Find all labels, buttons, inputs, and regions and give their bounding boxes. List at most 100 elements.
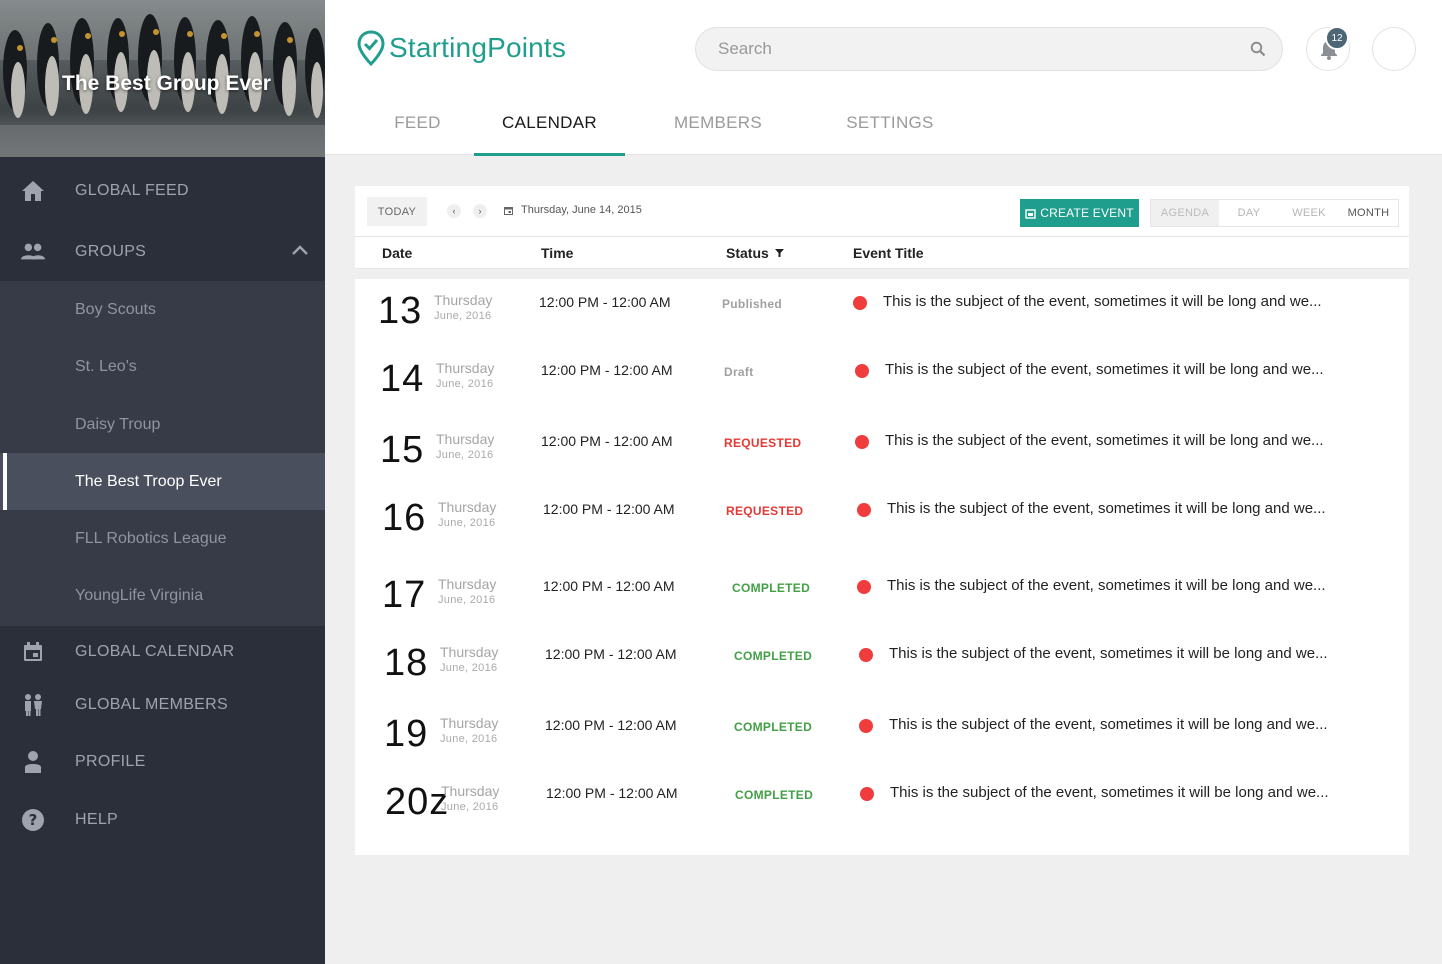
event-title[interactable]: This is the subject of the event, someti…: [887, 577, 1326, 594]
view-week-button[interactable]: WEEK: [1279, 200, 1339, 226]
event-month: June, 2016: [436, 449, 494, 461]
table-row[interactable]: 16 Thursday June, 2016 12:00 PM - 12:00 AM R…: [355, 497, 1409, 565]
create-event-button[interactable]: CREATE EVENT: [1020, 199, 1139, 227]
col-status[interactable]: Status: [726, 245, 784, 261]
view-switcher: AGENDA DAY WEEK MONTH: [1150, 199, 1399, 227]
event-color-dot: [857, 580, 871, 594]
nav-groups[interactable]: GROUPS: [0, 224, 325, 280]
group-item-boy-scouts[interactable]: Boy Scouts: [0, 281, 325, 338]
event-month: June, 2016: [436, 378, 494, 390]
svg-text:?: ?: [29, 811, 38, 829]
status-badge: COMPLETED: [732, 581, 811, 595]
event-time: 12:00 PM - 12:00 AM: [543, 578, 675, 594]
table-row[interactable]: 15 Thursday June, 2016 12:00 PM - 12:00 AM R…: [355, 429, 1409, 497]
event-month: June, 2016: [441, 801, 499, 813]
chevron-up-icon[interactable]: [291, 243, 309, 261]
event-day-number: 20z: [385, 781, 450, 823]
table-row[interactable]: 17 Thursday June, 2016 12:00 PM - 12:00 AM C…: [355, 574, 1409, 642]
event-list: 13 Thursday June, 2016 12:00 PM - 12:00 AM P…: [355, 279, 1409, 855]
person-icon: [20, 749, 46, 775]
event-day-number: 13: [378, 290, 423, 332]
table-header: Date Time Status Event Title: [355, 237, 1409, 269]
group-hero-banner: The Best Group Ever: [0, 0, 325, 157]
prev-arrow-icon[interactable]: ‹: [447, 204, 461, 218]
table-row[interactable]: 13 Thursday June, 2016 12:00 PM - 12:00 AM P…: [355, 290, 1409, 358]
help-icon: ?: [20, 807, 46, 833]
notifications-button[interactable]: 12: [1306, 26, 1350, 71]
event-month: June, 2016: [440, 662, 498, 674]
event-time: 12:00 PM - 12:00 AM: [545, 717, 677, 733]
logo[interactable]: StartingPoints: [357, 30, 566, 66]
group-item-younglife-virginia[interactable]: YoungLife Virginia: [0, 567, 325, 624]
status-badge: Draft: [724, 365, 754, 379]
event-month: June, 2016: [434, 310, 492, 322]
event-color-dot: [860, 787, 874, 801]
nav-global-feed[interactable]: GLOBAL FEED: [0, 163, 325, 219]
tab-settings[interactable]: SETTINGS: [840, 100, 940, 156]
col-event-title[interactable]: Event Title: [853, 245, 924, 261]
event-color-dot: [859, 719, 873, 733]
event-month: June, 2016: [438, 594, 496, 606]
avatar[interactable]: [1372, 27, 1416, 71]
nav-global-calendar[interactable]: GLOBAL CALENDAR: [0, 624, 325, 680]
group-item-daisy-troup[interactable]: Daisy Troup: [0, 396, 325, 453]
event-day-number: 16: [382, 497, 427, 539]
group-item-the-best-troop-ever[interactable]: The Best Troop Ever: [0, 453, 325, 510]
event-title[interactable]: This is the subject of the event, someti…: [885, 432, 1324, 449]
nav-help[interactable]: ? HELP: [0, 792, 325, 848]
tab-members[interactable]: MEMBERS: [668, 100, 768, 156]
group-label: Boy Scouts: [75, 300, 156, 318]
home-icon: [20, 178, 46, 204]
event-weekday: Thursday: [434, 292, 493, 308]
current-date-text: Thursday, June 14, 2015: [521, 204, 642, 216]
tab-feed[interactable]: FEED: [385, 100, 450, 156]
event-title[interactable]: This is the subject of the event, someti…: [883, 293, 1322, 310]
table-row[interactable]: 19 Thursday June, 2016 12:00 PM - 12:00 AM C…: [355, 713, 1409, 781]
search-input[interactable]: [718, 28, 1238, 70]
event-title[interactable]: This is the subject of the event, someti…: [889, 645, 1328, 662]
event-title[interactable]: This is the subject of the event, someti…: [889, 716, 1328, 733]
family-icon: [20, 692, 46, 718]
search-icon[interactable]: [1250, 41, 1266, 62]
view-day-button[interactable]: DAY: [1219, 200, 1279, 226]
view-month-button[interactable]: MONTH: [1339, 200, 1398, 226]
view-agenda-button[interactable]: AGENDA: [1151, 200, 1219, 226]
tab-calendar[interactable]: CALENDAR: [474, 100, 625, 156]
group-label: St. Leo's: [75, 357, 137, 375]
event-color-dot: [857, 503, 871, 517]
event-time: 12:00 PM - 12:00 AM: [545, 646, 677, 662]
calendar-icon: [20, 639, 46, 665]
event-title[interactable]: This is the subject of the event, someti…: [885, 361, 1324, 378]
nav-profile[interactable]: PROFILE: [0, 734, 325, 790]
event-weekday: Thursday: [441, 783, 500, 799]
today-button[interactable]: TODAY: [367, 197, 427, 226]
nav-label: GLOBAL FEED: [75, 182, 189, 199]
filter-icon: [774, 249, 784, 257]
event-title[interactable]: This is the subject of the event, someti…: [890, 784, 1329, 801]
group-item-st-leos[interactable]: St. Leo's: [0, 338, 325, 395]
event-day-number: 15: [380, 429, 425, 471]
nav-label: GLOBAL CALENDAR: [75, 643, 235, 660]
nav-label: PROFILE: [75, 753, 146, 770]
event-weekday: Thursday: [440, 715, 499, 731]
current-date[interactable]: Thursday, June 14, 2015: [503, 204, 642, 216]
top-header: StartingPoints 12 FEED CALENDAR MEMBERS …: [325, 0, 1442, 156]
event-color-dot: [855, 364, 869, 378]
group-item-fll-robotics-league[interactable]: FLL Robotics League: [0, 510, 325, 567]
event-month: June, 2016: [440, 733, 498, 745]
table-row[interactable]: 20z Thursday June, 2016 12:00 PM - 12:00 AM…: [355, 781, 1409, 849]
event-color-dot: [855, 435, 869, 449]
table-row[interactable]: 14 Thursday June, 2016 12:00 PM - 12:00 AM D…: [355, 358, 1409, 426]
nav-global-members[interactable]: GLOBAL MEMBERS: [0, 677, 325, 733]
people-icon: [20, 239, 46, 265]
next-arrow-icon[interactable]: ›: [473, 204, 487, 218]
col-time[interactable]: Time: [541, 245, 573, 261]
nav-label: GROUPS: [75, 243, 147, 260]
table-row[interactable]: 18 Thursday June, 2016 12:00 PM - 12:00 AM C…: [355, 642, 1409, 710]
sidebar: The Best Group Ever GLOBAL FEED GROUPS B…: [0, 0, 325, 964]
event-title[interactable]: This is the subject of the event, someti…: [887, 500, 1326, 517]
col-date[interactable]: Date: [382, 245, 412, 261]
status-badge: COMPLETED: [734, 720, 813, 734]
event-time: 12:00 PM - 12:00 AM: [546, 785, 678, 801]
event-time: 12:00 PM - 12:00 AM: [541, 433, 673, 449]
